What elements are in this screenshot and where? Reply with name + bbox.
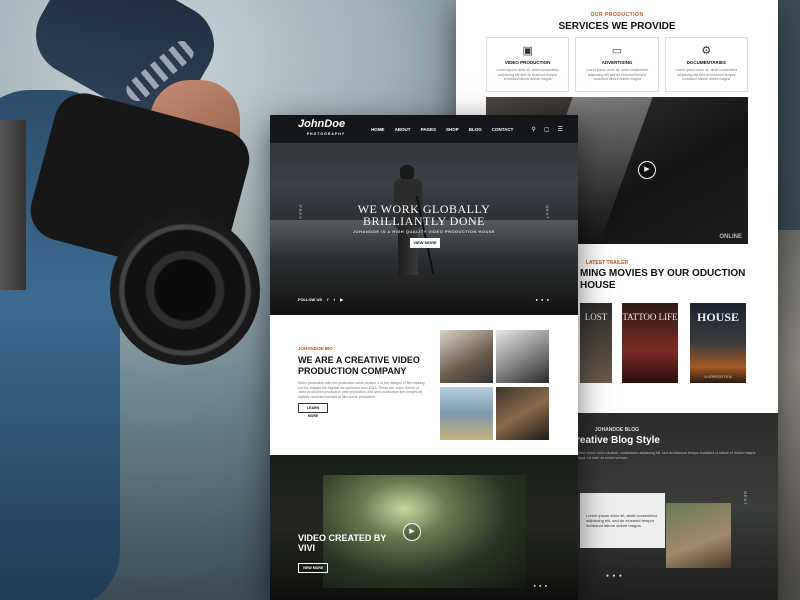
logo-subtext: PHOTOGRAPHY xyxy=(306,132,346,136)
hero-view-more-button[interactable]: VIEW MORE xyxy=(410,238,440,248)
trailer-title: MING MOVIES BY OUR ODUCTION HOUSE xyxy=(580,268,746,291)
cart-icon[interactable]: ▢ xyxy=(544,126,550,133)
learn-more-button[interactable]: LEARN MORE xyxy=(298,403,328,418)
nav-item-about[interactable]: ABOUT xyxy=(395,127,411,132)
camera-lens xyxy=(110,215,260,365)
search-icon[interactable]: ⚲ xyxy=(531,126,535,133)
movie-poster[interactable]: TATTOO LIFE xyxy=(622,303,678,383)
film-icon: ⚙ xyxy=(701,45,712,57)
poster-title: TATTOO LIFE xyxy=(622,312,678,322)
services-row: ▣ VIDEO PRODUCTION Lorem ipsum dolor sit… xyxy=(486,37,748,92)
nav-item-home[interactable]: HOME xyxy=(371,127,385,132)
play-icon[interactable]: ▶ xyxy=(403,523,421,541)
top-navigation: JohnDoe PHOTOGRAPHY HOME ABOUT PAGES SHO… xyxy=(270,115,578,143)
poster-title: LOST xyxy=(584,312,608,322)
poster-tagline: A HORROR FILM xyxy=(704,375,732,379)
blog-description: Lorem ipsum dolor sit amet, consectetur … xyxy=(576,451,756,460)
bio-text: Video production with the production val… xyxy=(298,381,426,399)
hero-pagination[interactable]: ● ● ● xyxy=(536,297,550,302)
hero-title-line2: BRILLIANTLY DONE xyxy=(363,214,485,228)
video-pagination[interactable]: ● ● ● xyxy=(534,583,548,588)
blog-card[interactable]: Lorem ipsum dolor sit, amet consectetur … xyxy=(580,493,665,548)
blog-photo xyxy=(666,503,731,568)
menu-icon[interactable]: ☰ xyxy=(558,126,563,133)
box-icon: ▣ xyxy=(522,45,533,57)
play-icon[interactable]: ▶ xyxy=(638,161,656,179)
blog-pagination[interactable]: ● ● ● xyxy=(606,573,623,579)
video-section: ▶ VIDEO CREATED BY VIVI VIEW MORE ● ● ● xyxy=(270,455,578,600)
service-name: DOCUMENTARIES xyxy=(686,60,727,65)
gallery-photo[interactable] xyxy=(496,330,549,383)
studio-overlay-text: ONLINE xyxy=(719,234,742,240)
follow-label: FOLLOW US xyxy=(298,297,322,302)
trailer-overline: LATEST TRAILER xyxy=(586,260,629,266)
hero-subtitle: JOHANDOE IS A HIGH QUALITY VIDEO PRODUCT… xyxy=(352,229,496,234)
bio-overline: JOHANDOE BIO xyxy=(298,346,333,351)
gallery-photo[interactable] xyxy=(440,387,493,440)
youtube-icon[interactable]: ▶ xyxy=(340,297,343,302)
service-card[interactable]: ▭ ADVERTISING Lorem ipsum dolor sit, ame… xyxy=(575,37,659,92)
service-card[interactable]: ▣ VIDEO PRODUCTION Lorem ipsum dolor sit… xyxy=(486,37,570,92)
service-name: VIDEO PRODUCTION xyxy=(504,60,551,65)
nav-icons: ⚲ ▢ ☰ xyxy=(531,126,562,133)
service-text: Lorem ipsum dolor sit, amet consectetur … xyxy=(675,68,738,81)
logo[interactable]: JohnDoe PHOTOGRAPHY xyxy=(298,119,345,139)
blog-title: reative Blog Style xyxy=(576,435,660,446)
blog-card-text: Lorem ipsum dolor sit, amet consectetur … xyxy=(586,513,658,528)
service-card[interactable]: ⚙ DOCUMENTARIES Lorem ipsum dolor sit, a… xyxy=(664,37,748,92)
bio-title: WE ARE A CREATIVE VIDEO PRODUCTION COMPA… xyxy=(298,355,420,376)
gallery-photo[interactable] xyxy=(440,330,493,383)
services-overline: OUR PRODUCTION xyxy=(590,12,644,18)
nav-menu: HOME ABOUT PAGES SHOP BLOG CONTACT xyxy=(371,127,513,132)
follow-us: FOLLOW US f t ▶ xyxy=(298,297,343,302)
monitor-icon: ▭ xyxy=(611,45,623,57)
facebook-icon[interactable]: f xyxy=(327,297,328,302)
video-view-more-button[interactable]: VIEW MORE xyxy=(298,563,328,573)
nav-item-contact[interactable]: CONTACT xyxy=(492,127,514,132)
front-page-mockup: JohnDoe PHOTOGRAPHY HOME ABOUT PAGES SHO… xyxy=(270,115,578,600)
bio-section: JOHANDOE BIO WE ARE A CREATIVE VIDEO PRO… xyxy=(270,315,578,455)
poster-title: HOUSE xyxy=(696,310,739,324)
service-text: Lorem ipsum dolor sit, amet consectetur … xyxy=(496,68,559,81)
video-thumbnail[interactable]: ▶ xyxy=(323,475,526,588)
hero-title: WE WORK GLOBALLY BRILLIANTLY DONE xyxy=(270,203,578,227)
movie-poster[interactable]: LOST xyxy=(580,303,612,383)
gallery-photo[interactable] xyxy=(496,387,549,440)
services-title: SERVICES WE PROVIDE xyxy=(558,21,676,32)
legs xyxy=(398,227,418,275)
nav-item-blog[interactable]: BLOG xyxy=(469,127,482,132)
blog-next[interactable]: NEXT xyxy=(743,491,748,506)
hero-section: JohnDoe PHOTOGRAPHY HOME ABOUT PAGES SHO… xyxy=(270,115,578,315)
nav-item-pages[interactable]: PAGES xyxy=(421,127,436,132)
nav-item-shop[interactable]: SHOP xyxy=(446,127,459,132)
video-title: VIDEO CREATED BY VIVI xyxy=(298,533,387,553)
service-name: ADVERTISING xyxy=(601,60,633,65)
movie-poster[interactable]: HOUSE A HORROR FILM xyxy=(690,303,746,383)
twitter-icon[interactable]: t xyxy=(334,297,335,302)
camera-strap xyxy=(0,120,26,290)
service-text: Lorem ipsum dolor sit, amet consectetur … xyxy=(585,68,649,81)
